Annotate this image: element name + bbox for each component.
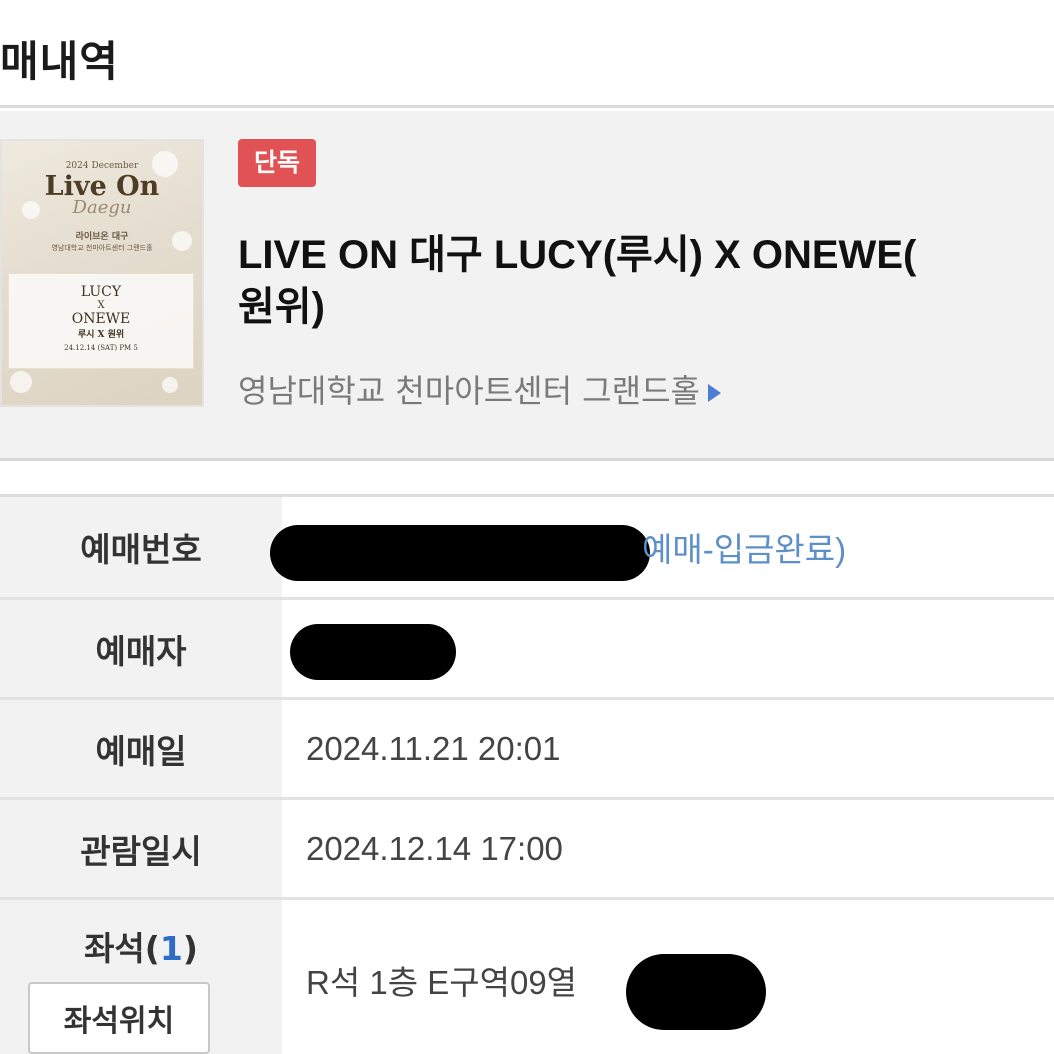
poster-line2: 영남대학교 천마아트센터 그랜드홀 <box>51 244 153 252</box>
seat-label-text: 좌석( <box>84 929 160 968</box>
venue-name: 영남대학교 천마아트센터 그랜드홀 <box>238 372 700 410</box>
venue-link[interactable]: 영남대학교 천마아트센터 그랜드홀 <box>238 366 721 412</box>
poster-line1: 라이브온 대구 <box>75 232 129 242</box>
triangle-right-icon <box>707 384 721 402</box>
poster-lineup: LUCY X ONEWE 루시 X 원위 24.12.14 (SAT) PM 5 <box>8 273 194 369</box>
event-card: 2024 December Live On Daegu 라이브온 대구 영남대학… <box>0 111 1054 461</box>
label-reservation-number: 예매번호 <box>0 497 282 597</box>
event-poster[interactable]: 2024 December Live On Daegu 라이브온 대구 영남대학… <box>0 139 204 407</box>
poster-subtitle: Daegu <box>72 197 132 218</box>
reservation-status-text: 예매-입금완료) <box>642 531 847 568</box>
label-show-datetime: 관람일시 <box>0 800 282 897</box>
poster-artist1: LUCY <box>80 284 122 300</box>
poster-show-date: 24.12.14 (SAT) PM 5 <box>64 344 138 352</box>
row-show-datetime: 관람일시 2024.12.14 17:00 <box>0 800 1054 900</box>
seat-label-close: ) <box>182 929 198 968</box>
row-booker: 예매자 <box>0 600 1054 700</box>
seat-value: R석 1층 E구역09열 <box>306 964 578 1001</box>
page-title: 매내역 <box>0 37 119 86</box>
seat-location-button[interactable]: 좌석위치 <box>28 982 210 1054</box>
poster-artists-ko: 루시 X 원위 <box>77 330 125 340</box>
redacted-reservation-number <box>270 525 650 581</box>
reservation-status: 예매-입금완료) <box>642 497 846 597</box>
booking-date-value: 2024.11.21 20:01 <box>306 729 561 767</box>
row-booking-date: 예매일 2024.11.21 20:01 <box>0 700 1054 800</box>
label-seat: 좌석(1) <box>0 922 282 970</box>
poster-date-header: 2024 December <box>65 161 139 171</box>
page-header: 매내역 <box>0 0 1054 108</box>
seat-label-cell: 좌석(1) 좌석위치 <box>0 900 282 1054</box>
poster-x: X <box>97 300 105 311</box>
label-booker: 예매자 <box>0 600 282 697</box>
seat-count: 1 <box>159 929 183 968</box>
show-datetime-value: 2024.12.14 17:00 <box>306 829 563 867</box>
redacted-booker-name <box>290 624 456 680</box>
poster-artist2: ONEWE <box>71 311 131 327</box>
reservation-details-table: 예매번호 예매-입금완료) 예매자 예매일 2024.11.21 20:01 관… <box>0 494 1054 1054</box>
redacted-seat-number <box>626 954 766 1030</box>
event-title-line1: LIVE ON 대구 LUCY(루시) X ONEWE( <box>238 233 917 277</box>
exclusive-badge: 단독 <box>238 139 316 187</box>
row-reservation-number: 예매번호 예매-입금완료) <box>0 497 1054 600</box>
row-seat: 좌석(1) 좌석위치 R석 1층 E구역09열 <box>0 900 1054 1054</box>
event-title[interactable]: LIVE ON 대구 LUCY(루시) X ONEWE( 원위) <box>238 229 1054 333</box>
event-title-line2: 원위) <box>238 285 325 329</box>
label-booking-date: 예매일 <box>0 700 282 797</box>
